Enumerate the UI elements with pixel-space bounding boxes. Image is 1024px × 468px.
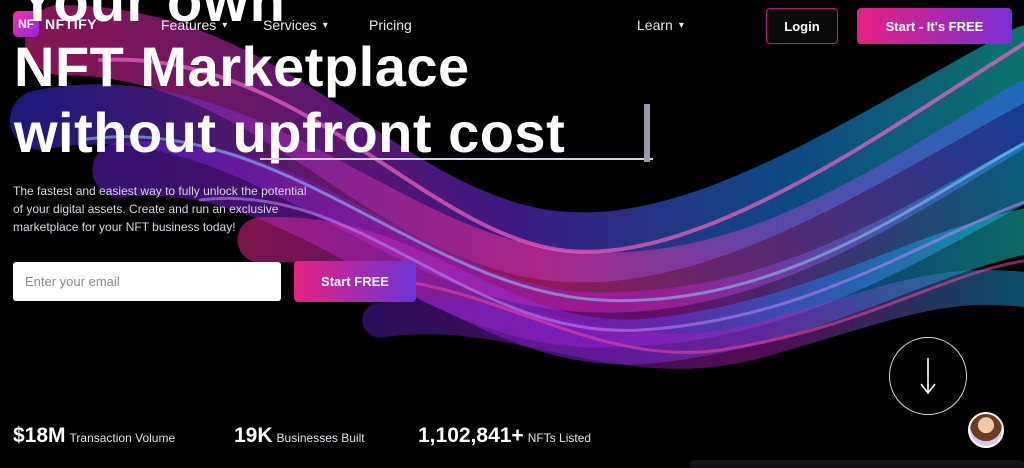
highlight-underline [260, 158, 653, 160]
nav-pricing-label: Pricing [369, 17, 412, 33]
start-free-button[interactable]: Start FREE [294, 261, 416, 302]
hero-title-highlight: upfront cost [232, 101, 566, 164]
nav-learn-label: Learn [637, 17, 673, 33]
hero-subtitle: The fastest and easiest way to fully unl… [13, 184, 307, 234]
stat-label: NFTs Listed [527, 431, 592, 445]
bottom-panel-edge [690, 460, 1024, 468]
support-avatar-icon[interactable] [968, 412, 1004, 448]
chevron-down-icon: ▾ [678, 19, 684, 31]
hero-title-line-0: Your own [18, 0, 286, 34]
stat-value: 19K [234, 424, 273, 447]
stat-label: Businesses Built [276, 431, 365, 445]
hero-title-line-1: NFT Marketplace [14, 35, 470, 98]
stat-label: Transaction Volume [69, 431, 176, 445]
start-free-header-button[interactable]: Start - It's FREE [857, 8, 1012, 44]
hero-title-line-2: without upfront cost [14, 100, 565, 165]
chevron-down-icon: ▾ [322, 19, 328, 31]
hero-title-text-a: without [14, 101, 233, 164]
stat-nfts-listed: 1,102,841+ NFTs Listed [418, 424, 591, 448]
stat-value: 1,102,841+ [418, 424, 524, 447]
nav-pricing[interactable]: Pricing [369, 17, 412, 33]
email-input[interactable] [13, 262, 281, 301]
stat-transaction-volume: $18M Transaction Volume [13, 424, 175, 448]
nav-learn[interactable]: Learn ▾ [637, 17, 684, 33]
stat-value: $18M [13, 424, 66, 447]
stat-businesses-built: 19K Businesses Built [234, 424, 365, 448]
typing-cursor [644, 104, 650, 162]
scroll-down-button[interactable] [889, 337, 967, 415]
login-button[interactable]: Login [766, 8, 838, 44]
arrow-down-icon [920, 358, 936, 395]
